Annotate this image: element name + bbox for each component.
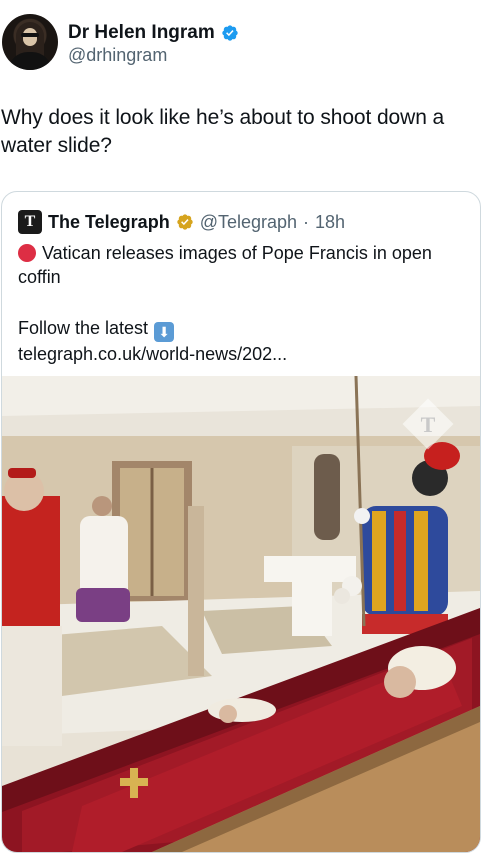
avatar[interactable] [2,14,58,70]
quoted-media-photo[interactable]: T [2,376,480,852]
author-display-name[interactable]: Dr Helen Ingram [68,22,215,44]
telegraph-watermark-icon: T [421,412,436,437]
avatar-body [8,52,52,70]
header-separator: · [303,211,310,232]
telegraph-logo-icon[interactable]: T [18,210,42,234]
red-circle-icon [18,244,36,262]
quoted-timestamp[interactable]: 18h [315,212,345,233]
quoted-headline-text: Vatican releases images of Pope Francis … [18,243,432,287]
author-handle[interactable]: @drhingram [68,45,167,66]
telegraph-logo-letter: T [24,213,36,230]
down-arrow-icon: ⬇ [154,322,175,342]
avatar-glasses [21,33,39,37]
quoted-headline: Vatican releases images of Pope Francis … [18,241,466,289]
follow-text: Follow the latest [18,318,149,338]
quoted-tweet-card[interactable]: T The Telegraph @Telegraph · 18h Vatican… [1,191,481,853]
avatar-face [23,28,37,46]
quoted-follow-line: Follow the latest ⬇ [18,316,175,342]
tweet-author-row: Dr Helen Ingram @drhingram [0,10,481,74]
photo-illustration: T [2,376,480,852]
tweet-text: Why does it look like he’s about to shoo… [1,106,445,157]
quoted-tweet-header: T The Telegraph @Telegraph · 18h [18,210,345,234]
quoted-handle[interactable]: @Telegraph [200,212,297,233]
verified-badge-icon [222,25,238,41]
quoted-display-name[interactable]: The Telegraph [48,212,170,233]
quoted-link[interactable]: telegraph.co.uk/world-news/202... [18,342,287,366]
author-name-line[interactable]: Dr Helen Ingram [68,22,239,44]
gold-verified-badge-icon [177,214,193,230]
